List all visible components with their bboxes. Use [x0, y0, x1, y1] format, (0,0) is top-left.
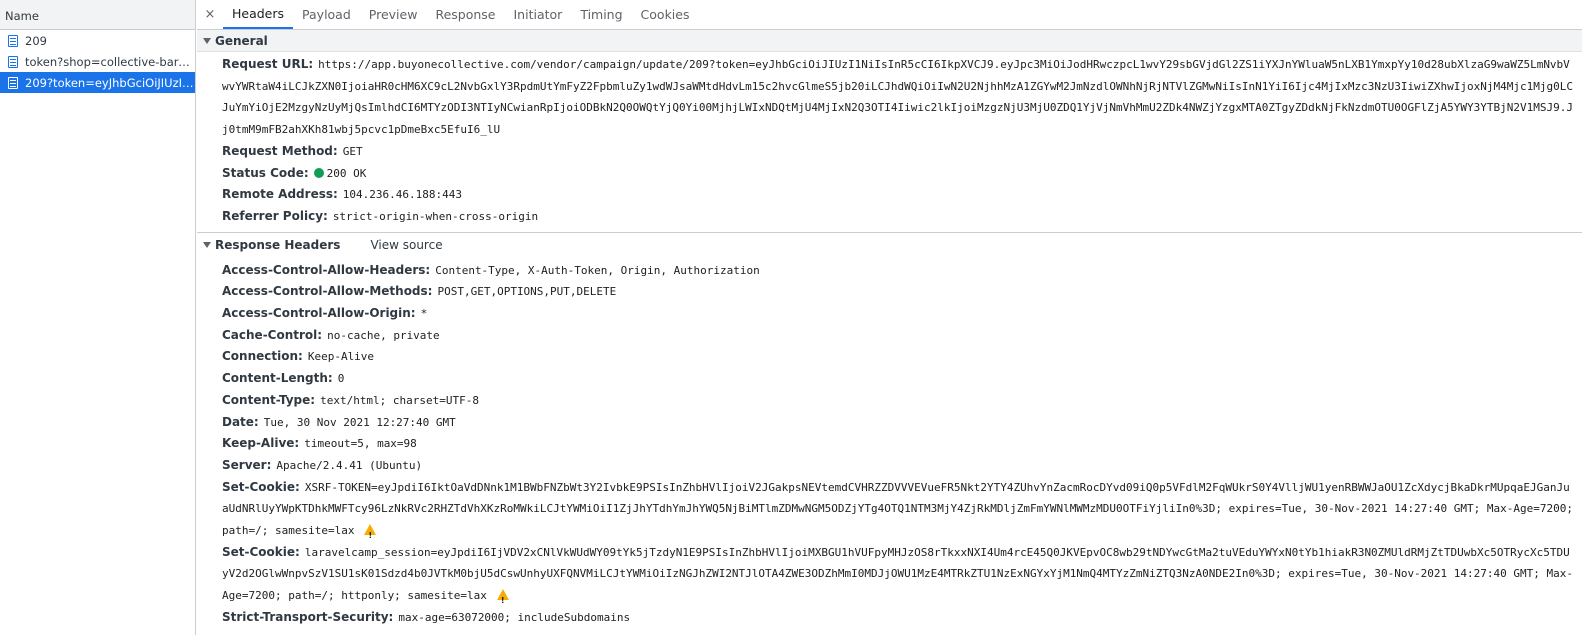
header-name: Connection:	[222, 349, 303, 364]
header-row: Date: Tue, 30 Nov 2021 12:27:40 GMT	[222, 412, 1582, 434]
remote-address-row: Remote Address: 104.236.46.188:443	[222, 184, 1582, 206]
header-value[interactable]: max-age=63072000; includeSubdomains	[398, 611, 630, 624]
tab-payload[interactable]: Payload	[293, 0, 360, 29]
header-row: Content-Length: 0	[222, 368, 1582, 390]
remote-address-value[interactable]: 104.236.46.188:443	[343, 188, 462, 201]
tab-cookies[interactable]: Cookies	[632, 0, 699, 29]
header-name: Set-Cookie:	[222, 544, 300, 559]
header-row: Server: Apache/2.4.41 (Ubuntu)	[222, 455, 1582, 477]
request-url-row: Request URL: https://app.buyonecollective…	[222, 54, 1582, 141]
header-name: Keep-Alive:	[222, 436, 300, 451]
header-row: Access-Control-Allow-Headers: Content-Typ…	[222, 260, 1582, 282]
header-row: Strict-Transport-Security: max-age=630720…	[222, 607, 1582, 629]
header-name: Access-Control-Allow-Headers:	[222, 262, 431, 277]
header-name: Cache-Control:	[222, 327, 323, 342]
warning-icon[interactable]	[364, 524, 377, 547]
tab-initiator[interactable]: Initiator	[505, 0, 572, 29]
general-section-title: General	[215, 33, 268, 48]
request-item-label: token?shop=collective-bargai...	[25, 54, 195, 69]
request-list-panel: Name 209 token?shop=collective-bargai...…	[0, 0, 196, 635]
tab-timing[interactable]: Timing	[571, 0, 631, 29]
remote-address-label: Remote Address:	[222, 187, 338, 202]
request-method-row: Request Method: GET	[222, 141, 1582, 163]
set-cookie-value[interactable]: laravelcamp_session=eyJpdiI6IjVDV2xCNlVk…	[222, 546, 1573, 602]
header-name: Set-Cookie:	[222, 479, 300, 494]
close-icon[interactable]: ×	[197, 0, 223, 29]
general-section: Request URL: https://app.buyonecollective…	[197, 52, 1582, 228]
header-row: Access-Control-Allow-Origin: *	[222, 303, 1582, 325]
tab-response[interactable]: Response	[426, 0, 504, 29]
header-value[interactable]: Apache/2.4.41 (Ubuntu)	[276, 459, 422, 472]
warning-icon[interactable]	[496, 589, 509, 612]
request-details-panel: × Headers Payload Preview Response Initi…	[197, 0, 1582, 635]
triangle-down-icon	[203, 242, 211, 249]
set-cookie-value[interactable]: XSRF-TOKEN=eyJpdiI6IktOaVdDNnk1M1BWbFNZb…	[222, 481, 1573, 537]
header-name: Content-Length:	[222, 371, 333, 386]
response-headers-title: Response Headers	[215, 238, 341, 253]
header-row: Keep-Alive: timeout=5, max=98	[222, 433, 1582, 455]
header-row: Connection: Keep-Alive	[222, 346, 1582, 368]
header-name: Server:	[222, 457, 272, 472]
request-item-label: 209?token=eyJhbGciOiJIUzI1...	[25, 75, 195, 90]
response-headers-section: Access-Control-Allow-Headers: Content-Typ…	[197, 258, 1582, 629]
header-value[interactable]: Keep-Alive	[308, 350, 374, 363]
request-method-value[interactable]: GET	[343, 145, 363, 158]
document-icon	[8, 76, 18, 89]
header-row: Content-Type: text/html; charset=UTF-8	[222, 390, 1582, 412]
tab-preview[interactable]: Preview	[360, 0, 427, 29]
triangle-down-icon	[203, 37, 211, 44]
header-name: Content-Type:	[222, 392, 316, 407]
request-url-label: Request URL:	[222, 57, 314, 71]
referrer-policy-row: Referrer Policy: strict-origin-when-cross…	[222, 206, 1582, 228]
header-name: Date:	[222, 414, 259, 429]
header-row: Access-Control-Allow-Methods: POST,GET,OP…	[222, 281, 1582, 303]
request-method-label: Request Method:	[222, 143, 338, 158]
document-icon	[8, 34, 18, 47]
header-value[interactable]: *	[421, 307, 428, 320]
request-url-value[interactable]: https://app.buyonecollective.com/vendor/…	[222, 58, 1573, 136]
status-code-value[interactable]: 200 OK	[327, 167, 367, 180]
header-value[interactable]: POST,GET,OPTIONS,PUT,DELETE	[437, 285, 616, 298]
request-item[interactable]: token?shop=collective-bargai...	[0, 51, 195, 72]
header-name: Access-Control-Allow-Origin:	[222, 306, 416, 321]
header-row: Cache-Control: no-cache, private	[222, 325, 1582, 347]
request-item[interactable]: 209	[0, 30, 195, 51]
header-value[interactable]: timeout=5, max=98	[304, 437, 417, 450]
referrer-policy-label: Referrer Policy:	[222, 208, 328, 223]
header-name: Strict-Transport-Security:	[222, 609, 394, 624]
tab-headers[interactable]: Headers	[223, 0, 294, 29]
status-code-label: Status Code:	[222, 165, 309, 180]
general-section-header[interactable]: General	[197, 30, 1582, 52]
header-value[interactable]: Content-Type, X-Auth-Token, Origin, Auth…	[435, 264, 760, 277]
header-value[interactable]: text/html; charset=UTF-8	[320, 394, 479, 407]
header-value[interactable]: 0	[338, 372, 345, 385]
document-icon	[8, 55, 18, 68]
request-item-selected[interactable]: 209?token=eyJhbGciOiJIUzI1...	[0, 72, 195, 93]
view-source-link[interactable]: View source	[370, 238, 442, 252]
set-cookie-row: Set-Cookie: XSRF-TOKEN=eyJpdiI6IktOaVdDNn…	[222, 477, 1582, 547]
set-cookie-row: Set-Cookie: laravelcamp_session=eyJpdiI6I…	[222, 542, 1582, 612]
status-code-row: Status Code: 200 OK	[222, 163, 1582, 185]
name-column-header[interactable]: Name	[0, 0, 195, 30]
response-headers-section-header[interactable]: Response Headers View source	[197, 231, 1582, 258]
details-tab-bar: × Headers Payload Preview Response Initi…	[197, 0, 1582, 30]
referrer-policy-value[interactable]: strict-origin-when-cross-origin	[333, 210, 538, 223]
status-ok-icon	[313, 167, 324, 178]
header-name: Access-Control-Allow-Methods:	[222, 284, 433, 299]
header-value[interactable]: Tue, 30 Nov 2021 12:27:40 GMT	[264, 416, 456, 429]
request-item-label: 209	[25, 33, 47, 48]
header-value[interactable]: no-cache, private	[327, 329, 440, 342]
